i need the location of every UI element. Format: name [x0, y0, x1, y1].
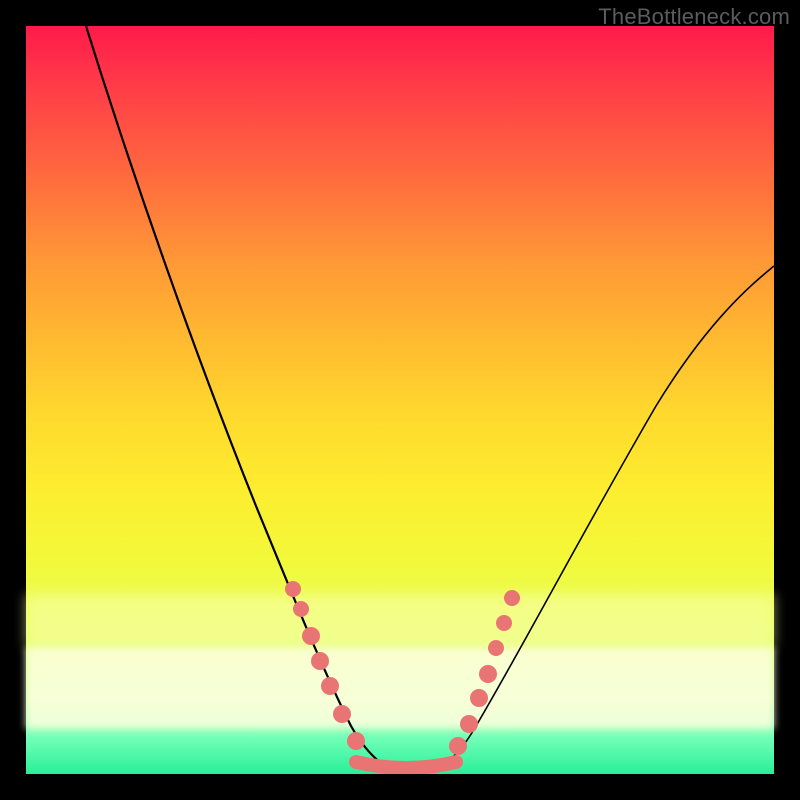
chart-svg: [26, 26, 774, 774]
series-marker: [504, 590, 520, 606]
series-marker: [488, 640, 504, 656]
curve-right: [411, 266, 774, 774]
series-marker: [460, 715, 478, 733]
series-marker: [302, 627, 320, 645]
series-marker: [333, 705, 351, 723]
watermark-text: TheBottleneck.com: [598, 4, 790, 30]
series-marker: [449, 737, 467, 755]
series-marker: [285, 581, 301, 597]
series-marker: [311, 652, 329, 670]
plot-area: [26, 26, 774, 774]
series-marker: [479, 665, 497, 683]
series-marker: [496, 615, 512, 631]
series-marker: [321, 677, 339, 695]
series-marker: [293, 601, 309, 617]
series-marker: [347, 732, 365, 750]
curve-left: [86, 26, 411, 774]
series-marker: [470, 689, 488, 707]
bead-trough: [356, 762, 456, 768]
